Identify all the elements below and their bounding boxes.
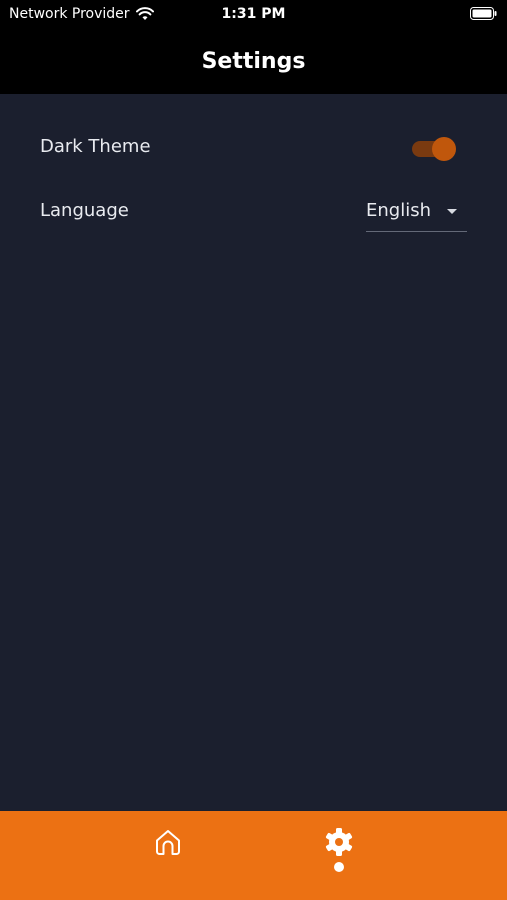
dark-theme-label: Dark Theme [40, 136, 151, 157]
dropdown-caret-icon [447, 209, 457, 214]
status-bar: Network Provider 1:31 PM [0, 0, 507, 28]
language-dropdown[interactable]: English [366, 195, 467, 232]
tab-settings[interactable] [299, 811, 379, 881]
bottom-tab-bar [0, 811, 507, 900]
home-icon [156, 830, 180, 855]
tab-home[interactable] [128, 811, 208, 881]
toggle-thumb [432, 137, 456, 161]
battery-icon [470, 7, 497, 20]
app-header: Settings [0, 28, 507, 94]
status-time: 1:31 PM [221, 6, 286, 22]
gear-icon [325, 828, 353, 856]
language-label: Language [40, 200, 129, 221]
active-tab-indicator [334, 862, 344, 872]
language-selected-value: English [366, 200, 431, 221]
dark-theme-toggle[interactable] [412, 137, 458, 161]
page-title: Settings [201, 48, 306, 74]
